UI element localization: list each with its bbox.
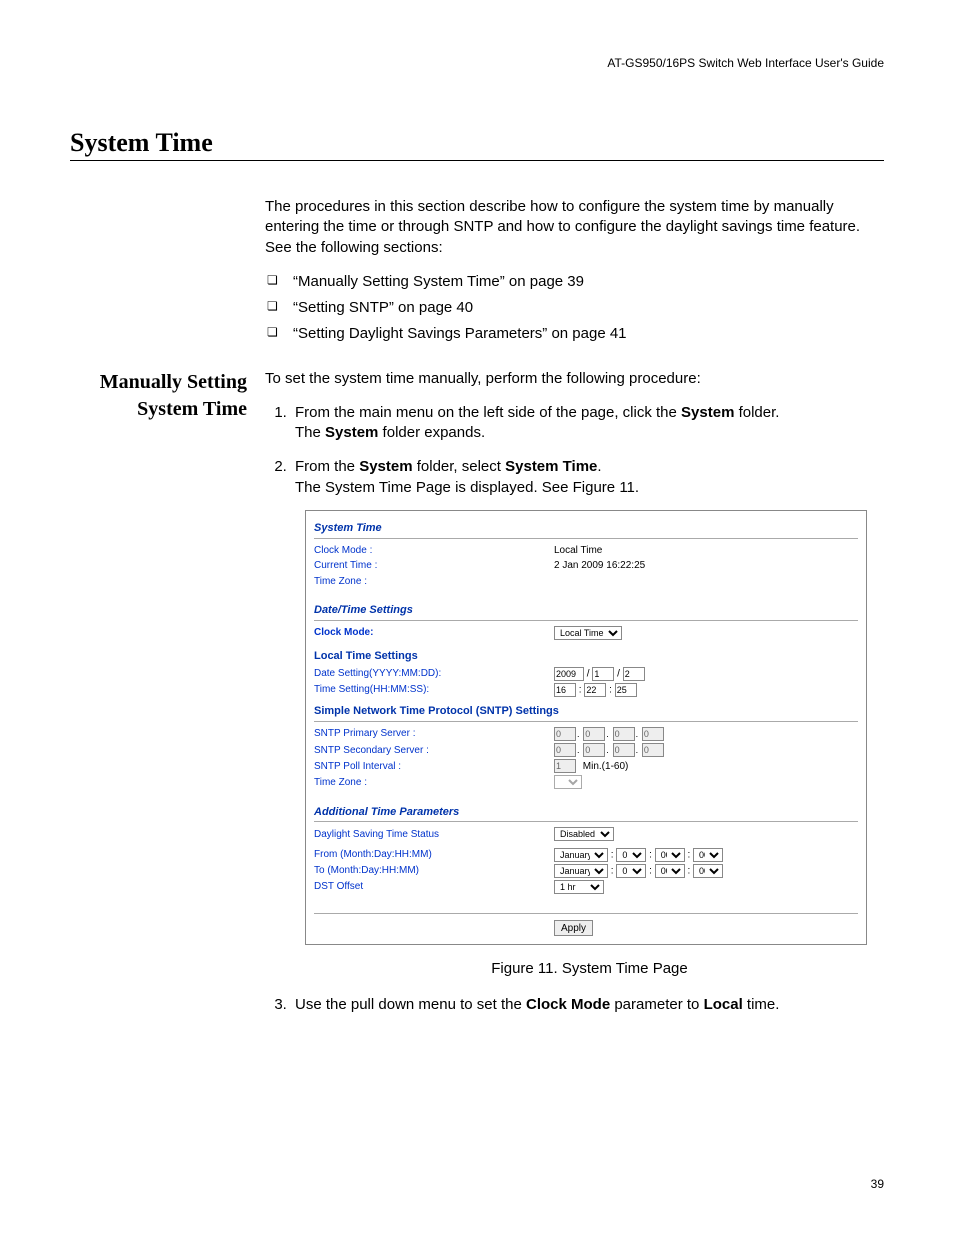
to-month-select[interactable]: January [554, 864, 608, 878]
fig-datetime-settings: Date/Time Settings [314, 603, 858, 618]
time-ss-input[interactable] [615, 683, 637, 697]
additional-time-title: Additional Time Parameters [314, 805, 858, 820]
apply-button[interactable]: Apply [554, 920, 593, 936]
sntp-poll-input[interactable] [554, 759, 576, 773]
dst-offset-select[interactable]: 1 hr [554, 880, 604, 894]
sntp-primary-label: SNTP Primary Server : [314, 727, 554, 741]
from-label: From (Month:Day:HH:MM) [314, 848, 554, 862]
sntp-primary-ip4[interactable] [642, 727, 664, 741]
clock-mode-label: Clock Mode : [314, 544, 554, 558]
figure-caption: Figure 11. System Time Page [295, 959, 884, 979]
sntp-secondary-ip1[interactable] [554, 743, 576, 757]
step-3: Use the pull down menu to set the Clock … [291, 995, 884, 1015]
figure-11: System Time Clock Mode : Local Time Curr… [305, 510, 884, 945]
sntp-secondary-ip2[interactable] [583, 743, 605, 757]
time-setting-label: Time Setting(HH:MM:SS): [314, 683, 554, 697]
clock-mode-value: Local Time [554, 544, 858, 558]
from-mm-select[interactable]: 00 [693, 848, 723, 862]
side-heading: Manually Setting System Time [70, 369, 247, 423]
from-hh-select[interactable]: 00 [655, 848, 685, 862]
sntp-secondary-ip4[interactable] [642, 743, 664, 757]
section-link: “Manually Setting System Time” on page 3… [265, 272, 884, 292]
current-time-label: Current Time : [314, 559, 554, 573]
section-link: “Setting SNTP” on page 40 [265, 298, 884, 318]
time-mm-input[interactable] [584, 683, 606, 697]
dst-status-select[interactable]: Disabled [554, 827, 614, 841]
current-time-value: 2 Jan 2009 16:22:25 [554, 559, 858, 573]
to-hh-select[interactable]: 00 [655, 864, 685, 878]
clock-mode-header: Clock Mode: [314, 626, 554, 640]
date-year-input[interactable] [554, 667, 584, 681]
step-1: From the main menu on the left side of t… [291, 403, 884, 444]
dst-offset-label: DST Offset [314, 880, 554, 894]
from-day-select[interactable]: 01 [616, 848, 646, 862]
fig-title-system-time: System Time [314, 521, 858, 536]
procedure-steps: From the main menu on the left side of t… [265, 403, 884, 1016]
section-rule [70, 160, 884, 161]
sntp-primary-ip2[interactable] [583, 727, 605, 741]
time-zone-label: Time Zone : [314, 575, 554, 589]
section-links-list: “Manually Setting System Time” on page 3… [265, 272, 884, 345]
sntp-tz-label: Time Zone : [314, 776, 554, 790]
procedure-intro: To set the system time manually, perform… [265, 369, 884, 389]
sntp-secondary-label: SNTP Secondary Server : [314, 744, 554, 758]
to-day-select[interactable]: 01 [616, 864, 646, 878]
time-hh-input[interactable] [554, 683, 576, 697]
step-2: From the System folder, select System Ti… [291, 457, 884, 979]
dst-status-label: Daylight Saving Time Status [314, 828, 554, 842]
from-month-select[interactable]: January [554, 848, 608, 862]
to-mm-select[interactable]: 00 [693, 864, 723, 878]
sntp-primary-ip3[interactable] [613, 727, 635, 741]
date-month-input[interactable] [592, 667, 614, 681]
page-header: AT-GS950/16PS Switch Web Interface User'… [70, 56, 884, 70]
intro-paragraph: The procedures in this section describe … [265, 197, 884, 258]
section-title: System Time [70, 128, 884, 158]
to-label: To (Month:Day:HH:MM) [314, 864, 554, 878]
sntp-secondary-ip3[interactable] [613, 743, 635, 757]
date-day-input[interactable] [623, 667, 645, 681]
local-time-settings: Local Time Settings [314, 649, 858, 664]
sntp-settings-title: Simple Network Time Protocol (SNTP) Sett… [314, 704, 858, 719]
section-link: “Setting Daylight Savings Parameters” on… [265, 324, 884, 344]
sntp-poll-label: SNTP Poll Interval : [314, 760, 554, 774]
date-setting-label: Date Setting(YYYY:MM:DD): [314, 667, 554, 681]
page-number: 39 [871, 1177, 884, 1191]
sntp-poll-range: Min.(1-60) [583, 761, 629, 772]
sntp-tz-select[interactable] [554, 775, 582, 789]
sntp-primary-ip1[interactable] [554, 727, 576, 741]
clock-mode-select[interactable]: Local Time [554, 626, 622, 640]
